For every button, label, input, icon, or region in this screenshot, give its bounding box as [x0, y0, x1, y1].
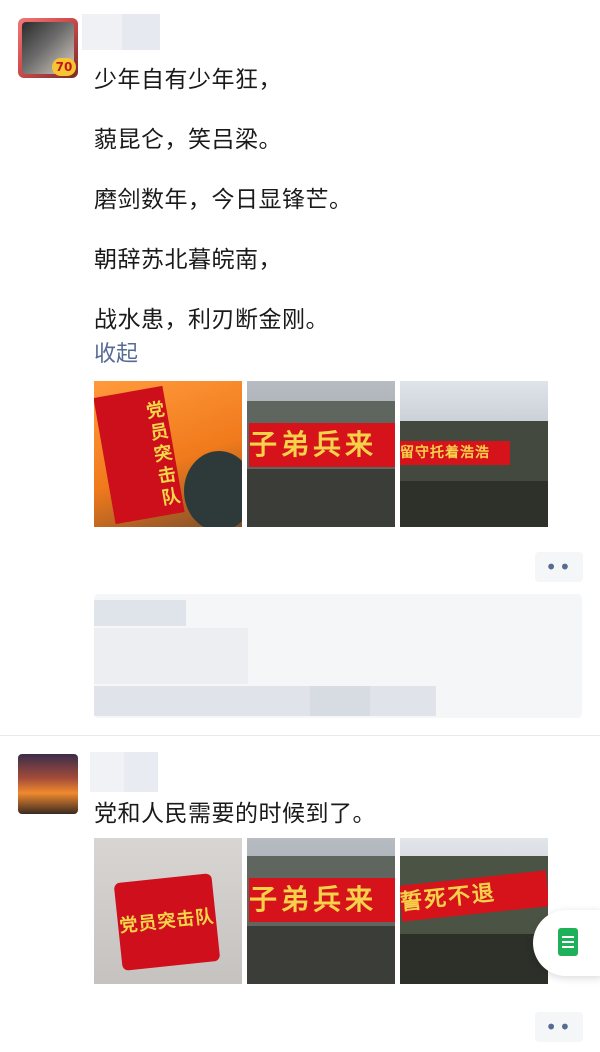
- post-image-2[interactable]: 子弟兵来: [247, 381, 395, 527]
- more-actions-button[interactable]: ••: [535, 1012, 583, 1042]
- blur-block: [94, 628, 248, 684]
- collapse-link[interactable]: 收起: [94, 336, 138, 368]
- blur-block: [94, 600, 186, 626]
- blur-block: [94, 686, 436, 716]
- more-actions-button[interactable]: ••: [535, 552, 583, 582]
- post-divider: [0, 735, 600, 736]
- post-image-3[interactable]: 留守托着浩浩: [400, 381, 548, 527]
- helmet-shape: [184, 451, 242, 527]
- username-blurred[interactable]: [90, 752, 158, 792]
- post-image-3[interactable]: 誓死不退: [400, 838, 548, 984]
- avatar[interactable]: 70: [18, 18, 78, 78]
- floating-note-button[interactable]: [533, 910, 600, 976]
- truck-banner: 子弟兵来: [249, 878, 395, 922]
- post-image-1[interactable]: 党员突击队: [94, 381, 242, 527]
- note-icon: [558, 928, 578, 956]
- post-text-line: 战水患，利刃断金刚。: [94, 307, 329, 333]
- truck-body: [247, 926, 395, 984]
- username-blurred[interactable]: [82, 14, 160, 50]
- post-image-1[interactable]: 党员突击队: [94, 838, 242, 984]
- post-text-line: 藐昆仑，笑吕梁。: [94, 127, 282, 153]
- truck-banner: 子弟兵来: [249, 423, 395, 467]
- post-text-line: 少年自有少年狂，: [94, 67, 282, 93]
- truck-body: [247, 469, 395, 527]
- post-text: 党和人民需要的时候到了。: [94, 801, 376, 827]
- armband-text: 党员突击队: [113, 873, 221, 971]
- sash-text: 党员突击队: [94, 385, 185, 525]
- truck-body: [400, 481, 548, 527]
- truck-body: [400, 934, 548, 984]
- post-text-line: 朝辞苏北暮皖南，: [94, 247, 282, 273]
- avatar-badge: 70: [52, 58, 76, 76]
- post-image-2[interactable]: 子弟兵来: [247, 838, 395, 984]
- comments-area-blurred[interactable]: [94, 594, 582, 718]
- post-text-line: 磨剑数年，今日显锋芒。: [94, 187, 353, 213]
- avatar[interactable]: [18, 754, 78, 814]
- truck-banner: 留守托着浩浩: [400, 441, 510, 465]
- blur-block: [310, 686, 370, 716]
